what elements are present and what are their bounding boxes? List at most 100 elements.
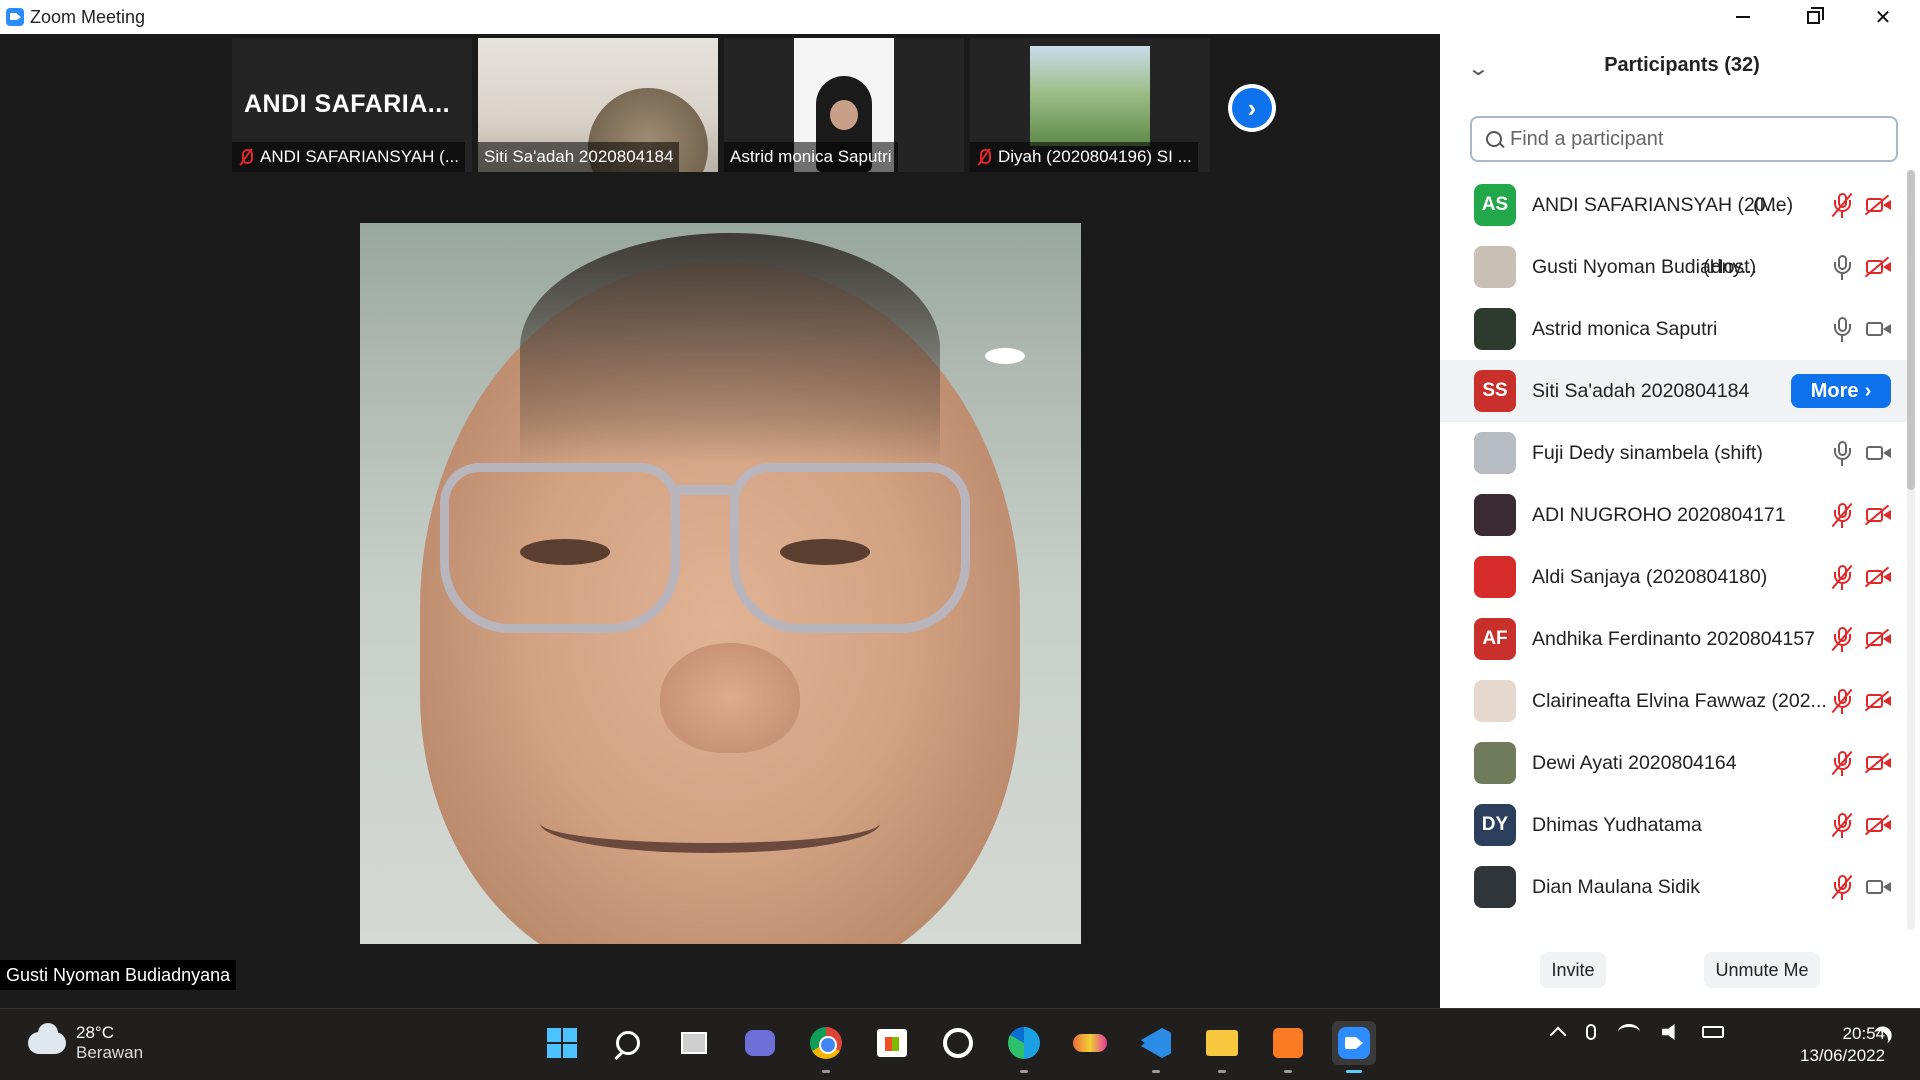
participant-row[interactable]: Clairineafta Elvina Fawwaz (202... bbox=[1440, 670, 1910, 732]
mic-muted-icon bbox=[238, 148, 254, 166]
panel-title: Participants (32) bbox=[1604, 54, 1760, 76]
restore-icon bbox=[1806, 6, 1824, 24]
mic-icon[interactable] bbox=[1832, 253, 1852, 281]
mic-muted-icon[interactable] bbox=[1832, 749, 1852, 777]
file-explorer-icon[interactable] bbox=[1200, 1021, 1244, 1073]
avatar bbox=[1474, 246, 1516, 288]
task-view-icon[interactable] bbox=[672, 1021, 716, 1065]
minimize-button[interactable] bbox=[1713, 0, 1773, 34]
title-bar: Zoom Meeting bbox=[0, 0, 1440, 34]
video-off-icon[interactable] bbox=[1866, 753, 1892, 773]
video-off-icon[interactable] bbox=[1866, 691, 1892, 711]
mic-icon[interactable] bbox=[1832, 439, 1852, 467]
participant-row[interactable]: Aldi Sanjaya (2020804180) bbox=[1440, 546, 1910, 608]
participant-row[interactable]: Dewi Ayati 2020804164 bbox=[1440, 732, 1910, 794]
avatar bbox=[1474, 680, 1516, 722]
video-thumb[interactable]: Diyah (2020804196) SI ... bbox=[970, 38, 1210, 172]
active-speaker-video bbox=[360, 223, 1081, 944]
video-icon[interactable] bbox=[1866, 877, 1892, 897]
mic-muted-icon[interactable] bbox=[1832, 687, 1852, 715]
edge-icon[interactable] bbox=[1002, 1021, 1046, 1073]
vscode-icon[interactable] bbox=[1134, 1021, 1178, 1073]
more-button[interactable]: More › bbox=[1791, 374, 1891, 408]
invite-button[interactable]: Invite bbox=[1540, 952, 1606, 988]
mic-muted-icon[interactable] bbox=[1832, 501, 1852, 529]
thumb-label: Diyah (2020804196) SI ... bbox=[970, 142, 1198, 172]
zoom-logo-icon bbox=[6, 8, 24, 26]
avatar: SS bbox=[1474, 370, 1516, 412]
mic-muted-icon[interactable] bbox=[1832, 873, 1852, 901]
weather-temp: 28°C bbox=[76, 1023, 114, 1042]
avatar bbox=[1474, 866, 1516, 908]
close-button[interactable]: ✕ bbox=[1853, 0, 1913, 34]
app-icon[interactable] bbox=[936, 1021, 980, 1065]
app-icon[interactable] bbox=[1068, 1021, 1112, 1065]
microphone-icon[interactable] bbox=[1586, 1024, 1596, 1040]
store-icon[interactable] bbox=[870, 1021, 914, 1065]
participant-row[interactable]: Dian Maulana Sidik bbox=[1440, 856, 1910, 918]
participant-name: Dian Maulana Sidik bbox=[1532, 875, 1701, 898]
avatar bbox=[1474, 742, 1516, 784]
restore-button[interactable] bbox=[1783, 0, 1843, 34]
participant-list: AS ANDI SAFARIANSYAH (20... (Me) Gusti Nyom… bbox=[1440, 174, 1910, 936]
video-off-icon[interactable] bbox=[1866, 505, 1892, 525]
unmute-me-button[interactable]: Unmute Me bbox=[1704, 952, 1820, 988]
mic-muted-icon[interactable] bbox=[1832, 563, 1852, 591]
thumb-label: ANDI SAFARIANSYAH (... bbox=[232, 142, 466, 172]
panel-header: ⌄ Participants (32) bbox=[1440, 54, 1920, 84]
more-button-label: More bbox=[1810, 379, 1859, 402]
participant-row[interactable]: Astrid monica Saputri bbox=[1440, 298, 1910, 360]
participant-row[interactable]: DY Dhimas Yudhatama bbox=[1440, 794, 1910, 856]
search-box[interactable] bbox=[1470, 116, 1898, 162]
start-icon[interactable] bbox=[540, 1021, 584, 1065]
taskbar: 28°C Berawan 20:54 13/06/2022 bbox=[0, 1008, 1920, 1080]
participant-name: Dhimas Yudhatama bbox=[1532, 813, 1702, 836]
video-icon[interactable] bbox=[1866, 319, 1892, 339]
chat-icon[interactable] bbox=[738, 1021, 782, 1065]
xampp-icon[interactable] bbox=[1266, 1021, 1310, 1073]
battery-icon[interactable] bbox=[1702, 1026, 1724, 1038]
participant-name: Dewi Ayati 2020804164 bbox=[1532, 751, 1737, 774]
avatar: DY bbox=[1474, 804, 1516, 846]
video-off-icon[interactable] bbox=[1866, 257, 1892, 277]
participant-row[interactable]: AS ANDI SAFARIANSYAH (20... (Me) bbox=[1440, 174, 1910, 236]
participant-row[interactable]: AF Andhika Ferdinanto 2020804157 bbox=[1440, 608, 1910, 670]
mic-muted-icon[interactable] bbox=[1832, 191, 1852, 219]
chrome-icon[interactable] bbox=[804, 1021, 848, 1073]
avatar: AS bbox=[1474, 184, 1516, 226]
video-thumb[interactable]: Astrid monica Saputri bbox=[724, 38, 964, 172]
thumb-name: Siti Sa'adah 2020804184 bbox=[484, 147, 674, 166]
speaker-icon[interactable] bbox=[1662, 1024, 1675, 1040]
search-icon[interactable] bbox=[606, 1021, 650, 1065]
participant-list-scrollbar[interactable] bbox=[1907, 170, 1915, 930]
window-controls: ✕ bbox=[1440, 0, 1920, 34]
video-off-icon[interactable] bbox=[1866, 629, 1892, 649]
system-tray bbox=[1549, 1023, 1724, 1044]
zoom-icon[interactable] bbox=[1332, 1021, 1376, 1073]
mic-muted-icon[interactable] bbox=[1832, 811, 1852, 839]
thumb-name: ANDI SAFARIANSYAH (... bbox=[260, 147, 460, 166]
chevron-up-icon[interactable] bbox=[1549, 1026, 1567, 1044]
mic-muted-icon[interactable] bbox=[1832, 625, 1852, 653]
wifi-icon[interactable] bbox=[1618, 1024, 1640, 1040]
weather-condition: Berawan bbox=[76, 1043, 144, 1062]
video-off-icon[interactable] bbox=[1866, 195, 1892, 215]
thumb-name: Diyah (2020804196) SI ... bbox=[998, 147, 1192, 166]
participant-search-input[interactable] bbox=[1510, 127, 1890, 151]
meeting-area: ANDI SAFARIA... ANDI SAFARIANSYAH (... S… bbox=[0, 34, 1440, 1008]
mic-icon[interactable] bbox=[1832, 315, 1852, 343]
participants-panel: ⌄ Participants (32) AS ANDI SAFARIANSYAH … bbox=[1440, 34, 1920, 1008]
video-feed bbox=[1030, 46, 1150, 146]
video-icon[interactable] bbox=[1866, 443, 1892, 463]
video-off-icon[interactable] bbox=[1866, 567, 1892, 587]
participant-row[interactable]: Gusti Nyoman Budiadny... (Host) bbox=[1440, 236, 1910, 298]
video-off-icon[interactable] bbox=[1866, 815, 1892, 835]
avatar bbox=[1474, 494, 1516, 536]
participant-row[interactable]: SS Siti Sa'adah 2020804184 More › bbox=[1440, 360, 1910, 422]
participant-row[interactable]: ADI NUGROHO 2020804171 bbox=[1440, 484, 1910, 546]
participant-row[interactable]: Fuji Dedy sinambela (shift) bbox=[1440, 422, 1910, 484]
video-thumb[interactable]: ANDI SAFARIA... ANDI SAFARIANSYAH (... bbox=[232, 38, 472, 172]
video-thumb[interactable]: Siti Sa'adah 2020804184 bbox=[478, 38, 718, 172]
weather-widget[interactable]: 28°C Berawan bbox=[28, 1023, 143, 1063]
next-page-button[interactable]: › bbox=[1228, 84, 1276, 132]
